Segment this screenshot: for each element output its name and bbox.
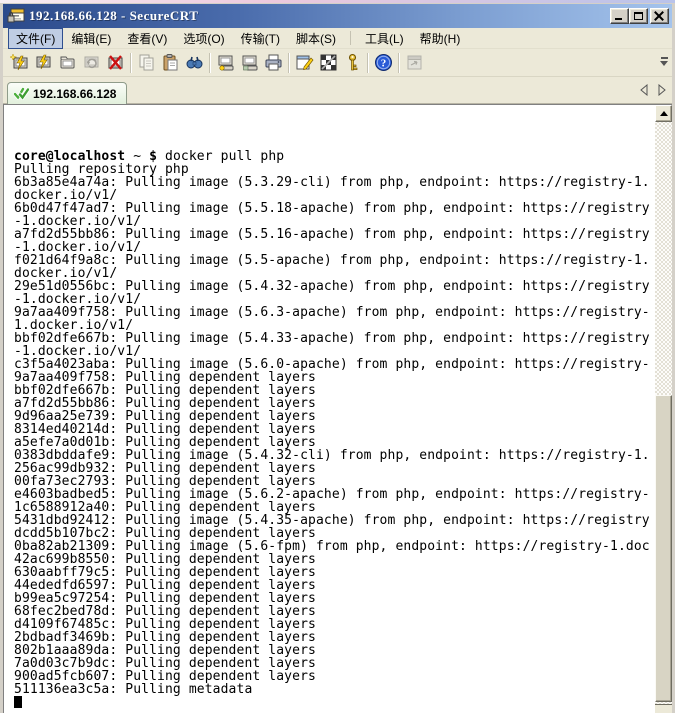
title-bar[interactable]: 192.168.66.128 - SecureCRT bbox=[3, 4, 672, 28]
terminal-output: Pulling repository php 6b3a85e4a74a: Pul… bbox=[14, 163, 654, 696]
menu-tools[interactable]: 工具(L) bbox=[357, 28, 412, 49]
securecrt-window: 192.168.66.128 - SecureCRT 文件(F) 编辑(E) 查… bbox=[0, 3, 675, 713]
reconnect-button[interactable] bbox=[79, 51, 103, 75]
connect-in-tab-button[interactable] bbox=[55, 51, 79, 75]
copy-icon bbox=[137, 53, 156, 72]
find-icon bbox=[185, 53, 204, 72]
help-button[interactable]: ? bbox=[371, 51, 395, 75]
keymap-editor-button[interactable] bbox=[316, 51, 340, 75]
menu-view[interactable]: 查看(V) bbox=[119, 28, 175, 49]
toolbar-separator bbox=[367, 53, 368, 73]
session-options-icon bbox=[295, 53, 314, 72]
disconnect-button[interactable] bbox=[103, 51, 127, 75]
app-window-button[interactable] bbox=[402, 51, 426, 75]
paste-button[interactable] bbox=[158, 51, 182, 75]
toolbar: ? bbox=[3, 49, 672, 77]
paste-icon bbox=[161, 53, 180, 72]
scroll-up-button[interactable] bbox=[655, 105, 672, 122]
vertical-scrollbar[interactable] bbox=[655, 105, 672, 713]
raw-log-button[interactable] bbox=[237, 51, 261, 75]
menu-file[interactable]: 文件(F) bbox=[8, 28, 63, 49]
scroll-down-button[interactable] bbox=[655, 704, 672, 713]
quick-connect-button[interactable] bbox=[7, 51, 31, 75]
app-icon bbox=[7, 8, 25, 24]
scrollbar-thumb[interactable] bbox=[655, 395, 672, 702]
log-session-icon bbox=[216, 53, 235, 72]
copy-button[interactable] bbox=[134, 51, 158, 75]
terminal-text: core@localhost ~ $ docker pull phpPullin… bbox=[4, 105, 654, 713]
reconnect-icon bbox=[82, 53, 101, 72]
toolbar-separator bbox=[209, 53, 210, 73]
menu-edit[interactable]: 编辑(E) bbox=[63, 28, 119, 49]
help-icon: ? bbox=[374, 53, 393, 72]
print-button[interactable] bbox=[261, 51, 285, 75]
tab-scroll-left-button[interactable] bbox=[640, 84, 648, 96]
connected-check-icon bbox=[14, 87, 29, 100]
find-button[interactable] bbox=[182, 51, 206, 75]
security-key-icon bbox=[343, 53, 362, 72]
menu-separator bbox=[350, 31, 351, 45]
close-button[interactable] bbox=[650, 8, 669, 24]
session-tab[interactable]: 192.168.66.128 bbox=[7, 82, 127, 104]
window-title: 192.168.66.128 - SecureCRT bbox=[29, 8, 610, 24]
minimize-button[interactable] bbox=[610, 8, 629, 24]
tab-scroll-right-button[interactable] bbox=[658, 84, 666, 96]
keymap-editor-icon bbox=[319, 53, 338, 72]
overflow-chevron-icon bbox=[660, 61, 668, 70]
toolbar-separator bbox=[398, 53, 399, 73]
terminal-area[interactable]: core@localhost ~ $ docker pull phpPullin… bbox=[3, 104, 672, 713]
svg-text:?: ? bbox=[380, 58, 386, 70]
raw-log-icon bbox=[240, 53, 259, 72]
menu-options[interactable]: 选项(O) bbox=[175, 28, 232, 49]
overflow-bar-icon bbox=[661, 57, 668, 59]
toolbar-separator bbox=[288, 53, 289, 73]
security-key-button[interactable] bbox=[340, 51, 364, 75]
connect-button[interactable] bbox=[31, 51, 55, 75]
menu-bar: 文件(F) 编辑(E) 查看(V) 选项(O) 传输(T) 脚本(S) 工具(L… bbox=[3, 28, 672, 49]
tab-bar: 192.168.66.128 bbox=[3, 77, 672, 104]
quick-connect-icon bbox=[10, 53, 29, 72]
menu-script[interactable]: 脚本(S) bbox=[288, 28, 344, 49]
session-tab-label: 192.168.66.128 bbox=[33, 87, 116, 101]
session-options-button[interactable] bbox=[292, 51, 316, 75]
maximize-icon bbox=[634, 12, 643, 20]
close-icon bbox=[651, 9, 668, 23]
log-session-button[interactable] bbox=[213, 51, 237, 75]
maximize-button[interactable] bbox=[629, 8, 648, 24]
connect-icon bbox=[34, 53, 53, 72]
terminal-cursor bbox=[14, 696, 22, 708]
connect-in-tab-icon bbox=[58, 53, 77, 72]
print-icon bbox=[264, 53, 283, 72]
menu-help[interactable]: 帮助(H) bbox=[412, 28, 469, 49]
menu-transfer[interactable]: 传输(T) bbox=[233, 28, 288, 49]
disconnect-icon bbox=[106, 53, 125, 72]
toolbar-separator bbox=[130, 53, 131, 73]
toolbar-overflow-button[interactable] bbox=[658, 54, 670, 72]
app-window-icon bbox=[405, 53, 424, 72]
minimize-icon bbox=[615, 18, 622, 20]
